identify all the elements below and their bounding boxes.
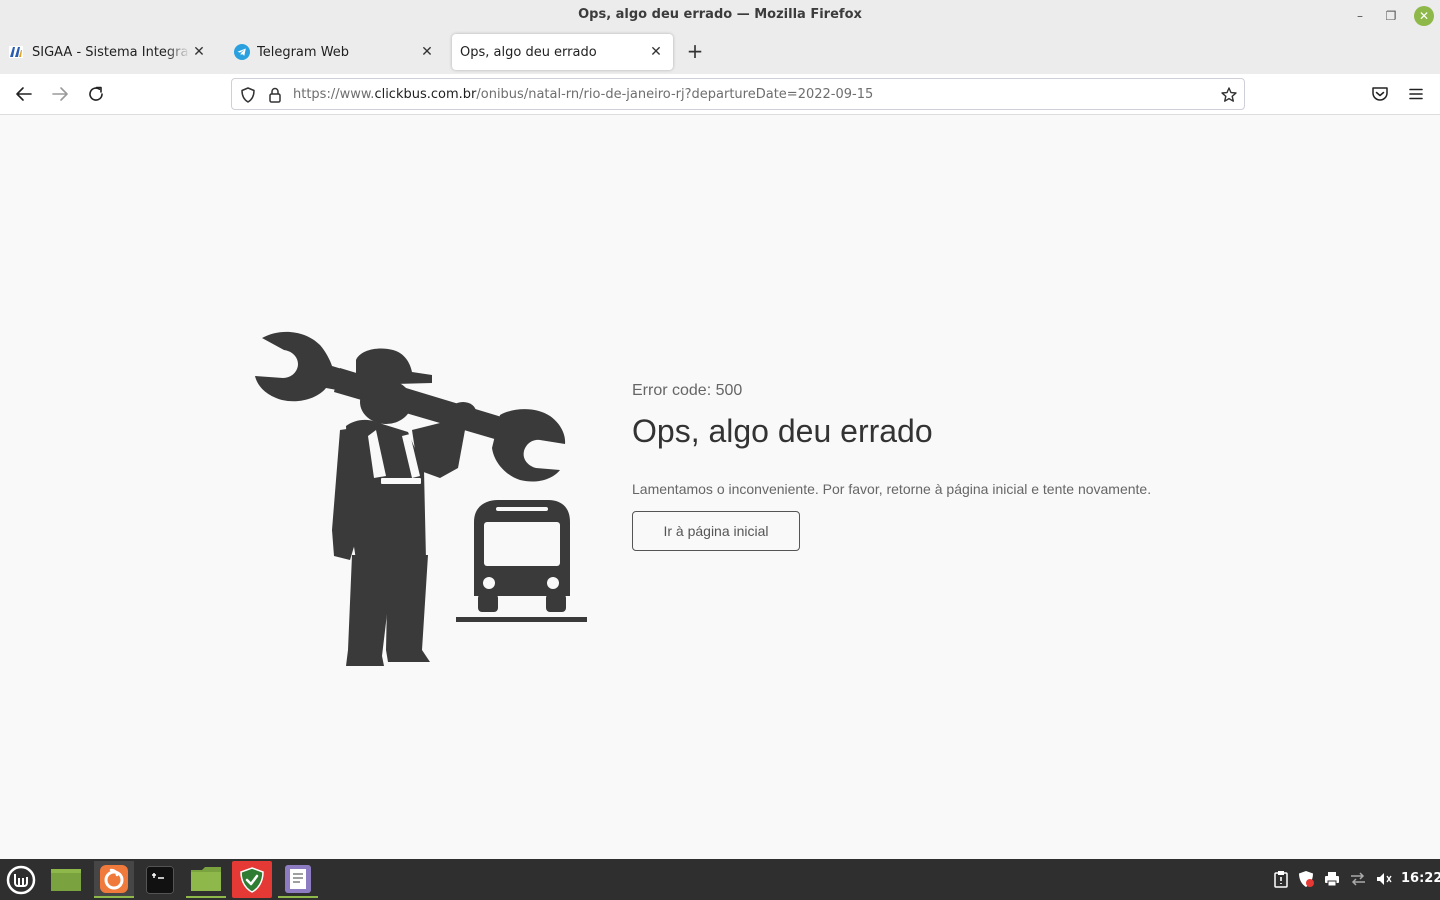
terminal-icon <box>146 865 174 894</box>
tab-error-page[interactable]: Ops, algo deu errado ✕ <box>452 34 673 70</box>
go-home-button[interactable]: Ir à página inicial <box>632 511 800 551</box>
window-titlebar: Ops, algo deu errado — Mozilla Firefox –… <box>0 0 1440 32</box>
new-tab-button[interactable]: + <box>684 41 706 63</box>
address-bar[interactable]: https://www.clickbus.com.br/onibus/natal… <box>231 78 1245 110</box>
window-title: Ops, algo deu errado — Mozilla Firefox <box>578 7 862 22</box>
tab-close-button[interactable]: ✕ <box>647 43 665 61</box>
error-message: Lamentamos o inconveniente. Por favor, r… <box>632 481 1152 497</box>
maximize-button[interactable]: ❐ <box>1381 6 1401 26</box>
clipboard-icon[interactable] <box>1272 870 1290 888</box>
show-desktop-icon <box>51 868 81 891</box>
taskbar-shield-app[interactable] <box>232 861 272 898</box>
clock[interactable]: 16:22 <box>1401 871 1440 886</box>
hamburger-menu-icon[interactable] <box>1406 84 1426 104</box>
bookmark-star-icon[interactable] <box>1220 86 1238 104</box>
update-shield-icon[interactable] <box>1297 870 1315 888</box>
mint-menu-button[interactable] <box>1 861 41 898</box>
minimize-button[interactable]: – <box>1350 6 1370 26</box>
network-icon[interactable] <box>1349 870 1367 888</box>
mechanic-with-bus-illustration <box>255 331 587 666</box>
tab-label: Telegram Web <box>257 44 350 60</box>
volume-icon[interactable] <box>1375 870 1393 888</box>
tab-close-button[interactable]: ✕ <box>190 43 208 61</box>
back-arrow-icon[interactable] <box>14 84 34 104</box>
system-taskbar: 16:22 <box>0 859 1440 900</box>
tab-strip: SIGAA - Sistema Integrado de Gestão ✕ Te… <box>0 32 1440 74</box>
forward-arrow-icon[interactable] <box>50 84 70 104</box>
tab-sigaa[interactable]: SIGAA - Sistema Integrado de Gestão ✕ <box>8 34 216 70</box>
pocket-icon[interactable] <box>1370 84 1390 104</box>
tab-telegram[interactable]: Telegram Web ✕ <box>230 34 444 70</box>
reload-icon[interactable] <box>86 84 106 104</box>
tracking-shield-icon[interactable] <box>239 86 257 104</box>
firefox-icon <box>100 864 128 893</box>
url-path: /onibus/natal-rn/rio-de-janeiro-rj?depar… <box>476 87 874 102</box>
show-desktop-button[interactable] <box>46 861 86 898</box>
url-host: clickbus.com.br <box>374 87 477 102</box>
error-code: Error code: 500 <box>632 382 743 399</box>
taskbar-terminal[interactable] <box>140 861 180 898</box>
files-icon <box>191 866 221 891</box>
tab-close-button[interactable]: ✕ <box>418 43 436 61</box>
text-editor-icon <box>285 864 311 893</box>
tab-label: Ops, algo deu errado <box>460 44 597 60</box>
taskbar-text-editor[interactable] <box>278 861 318 898</box>
taskbar-firefox[interactable] <box>94 861 134 898</box>
taskbar-files[interactable] <box>186 861 226 898</box>
close-window-button[interactable]: ✕ <box>1414 6 1434 26</box>
shield-app-icon <box>240 866 264 893</box>
navigation-toolbar: https://www.clickbus.com.br/onibus/natal… <box>0 74 1440 115</box>
sigaa-favicon <box>9 46 23 58</box>
error-title: Ops, algo deu errado <box>632 413 933 449</box>
lock-icon[interactable] <box>266 86 284 104</box>
mint-menu-icon <box>6 865 36 894</box>
url-scheme: https://www. <box>293 87 375 102</box>
tab-label: SIGAA - Sistema Integrado de Gestão <box>32 44 190 60</box>
printer-icon[interactable] <box>1323 870 1341 888</box>
telegram-icon <box>234 44 250 60</box>
url-text[interactable]: https://www.clickbus.com.br/onibus/natal… <box>293 87 873 102</box>
